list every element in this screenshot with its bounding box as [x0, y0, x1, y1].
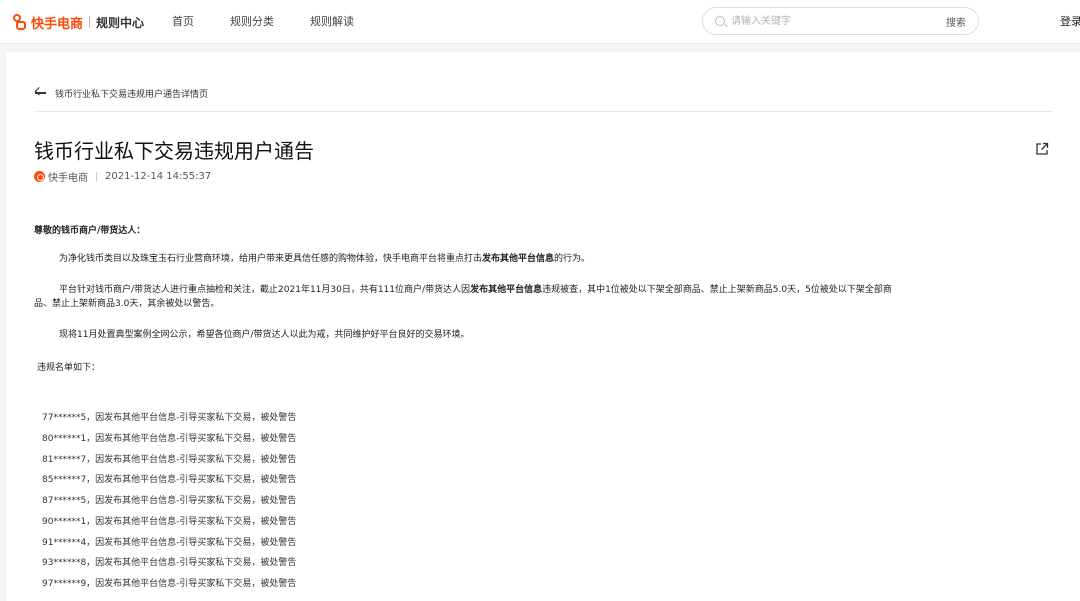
share-icon[interactable] [1035, 142, 1049, 156]
brand-name: 快手电商 [31, 16, 84, 32]
back-arrow-icon[interactable] [34, 87, 47, 98]
logo-divider [89, 16, 91, 28]
violation-item: 90******1，因发布其他平台信息-引导买家私下交易，被处警告 [42, 517, 297, 527]
violation-item: 97******9，因发布其他平台信息-引导买家私下交易，被处警告 [42, 579, 297, 589]
nav-rule-categories[interactable]: 规则分类 [230, 13, 274, 29]
paragraph-2-line-2: 品、禁止上架新商品3.0天，其余被处以警告。 [34, 299, 220, 309]
violation-item: 85******7，因发布其他平台信息-引导买家私下交易，被处警告 [42, 475, 297, 485]
page-title: 钱币行业私下交易违规用户通告 [34, 139, 314, 163]
greeting: 尊敬的钱币商户/带货达人： [34, 226, 146, 236]
breadcrumb-label: 钱币行业私下交易违规用户通告详情页 [55, 89, 209, 100]
violation-list-heading: 违规名单如下： [37, 363, 101, 373]
nav-home[interactable]: 首页 [172, 13, 194, 29]
paragraph-3: 现将11月处置典型案例全网公示，希望各位商户/带货达人以此为戒，共同维护好平台良… [59, 330, 470, 340]
search-input[interactable] [731, 13, 921, 29]
violation-item: 81******7，因发布其他平台信息-引导买家私下交易，被处警告 [42, 455, 297, 465]
violation-item: 80******1，因发布其他平台信息-引导买家私下交易，被处警告 [42, 434, 297, 444]
search-button[interactable]: 搜索 [946, 14, 966, 29]
meta-divider [96, 171, 97, 181]
violation-item: 93******8，因发布其他平台信息-引导买家私下交易，被处警告 [42, 558, 297, 568]
kuaishou-logo-icon [12, 14, 28, 30]
breadcrumb[interactable]: 钱币行业私下交易违规用户通告详情页 [34, 86, 208, 100]
article-meta: 快手电商 2021-12-14 14:55:37 [34, 170, 212, 184]
search-box: 搜索 [702, 7, 979, 35]
author-name: 快手电商 [48, 172, 88, 184]
rule-center-label: 规则中心 [96, 15, 145, 30]
violation-item: 87******5，因发布其他平台信息-引导买家私下交易，被处警告 [42, 496, 297, 506]
divider [34, 111, 1052, 112]
nav-rule-interpretation[interactable]: 规则解读 [310, 13, 354, 29]
search-icon [715, 16, 725, 26]
top-navigation-bar: 快手电商 规则中心 首页 规则分类 规则解读 搜索 登录 [0, 0, 1080, 44]
paragraph-2-line-1: 平台针对钱币商户/带货达人进行重点抽检和关注，截止2021年11月30日，共有1… [59, 285, 892, 295]
violation-item: 91******4，因发布其他平台信息-引导买家私下交易，被处警告 [42, 538, 297, 548]
logo[interactable]: 快手电商 规则中心 [12, 12, 144, 32]
login-link[interactable]: 登录 [1060, 13, 1080, 29]
publish-date: 2021-12-14 14:55:37 [105, 170, 212, 182]
author-avatar-icon [34, 170, 45, 182]
violation-item: 77******5，因发布其他平台信息-引导买家私下交易，被处警告 [42, 413, 297, 423]
paragraph-1: 为净化钱币类目以及珠宝玉石行业营商环境，给用户带来更具信任感的购物体验，快手电商… [59, 254, 591, 264]
